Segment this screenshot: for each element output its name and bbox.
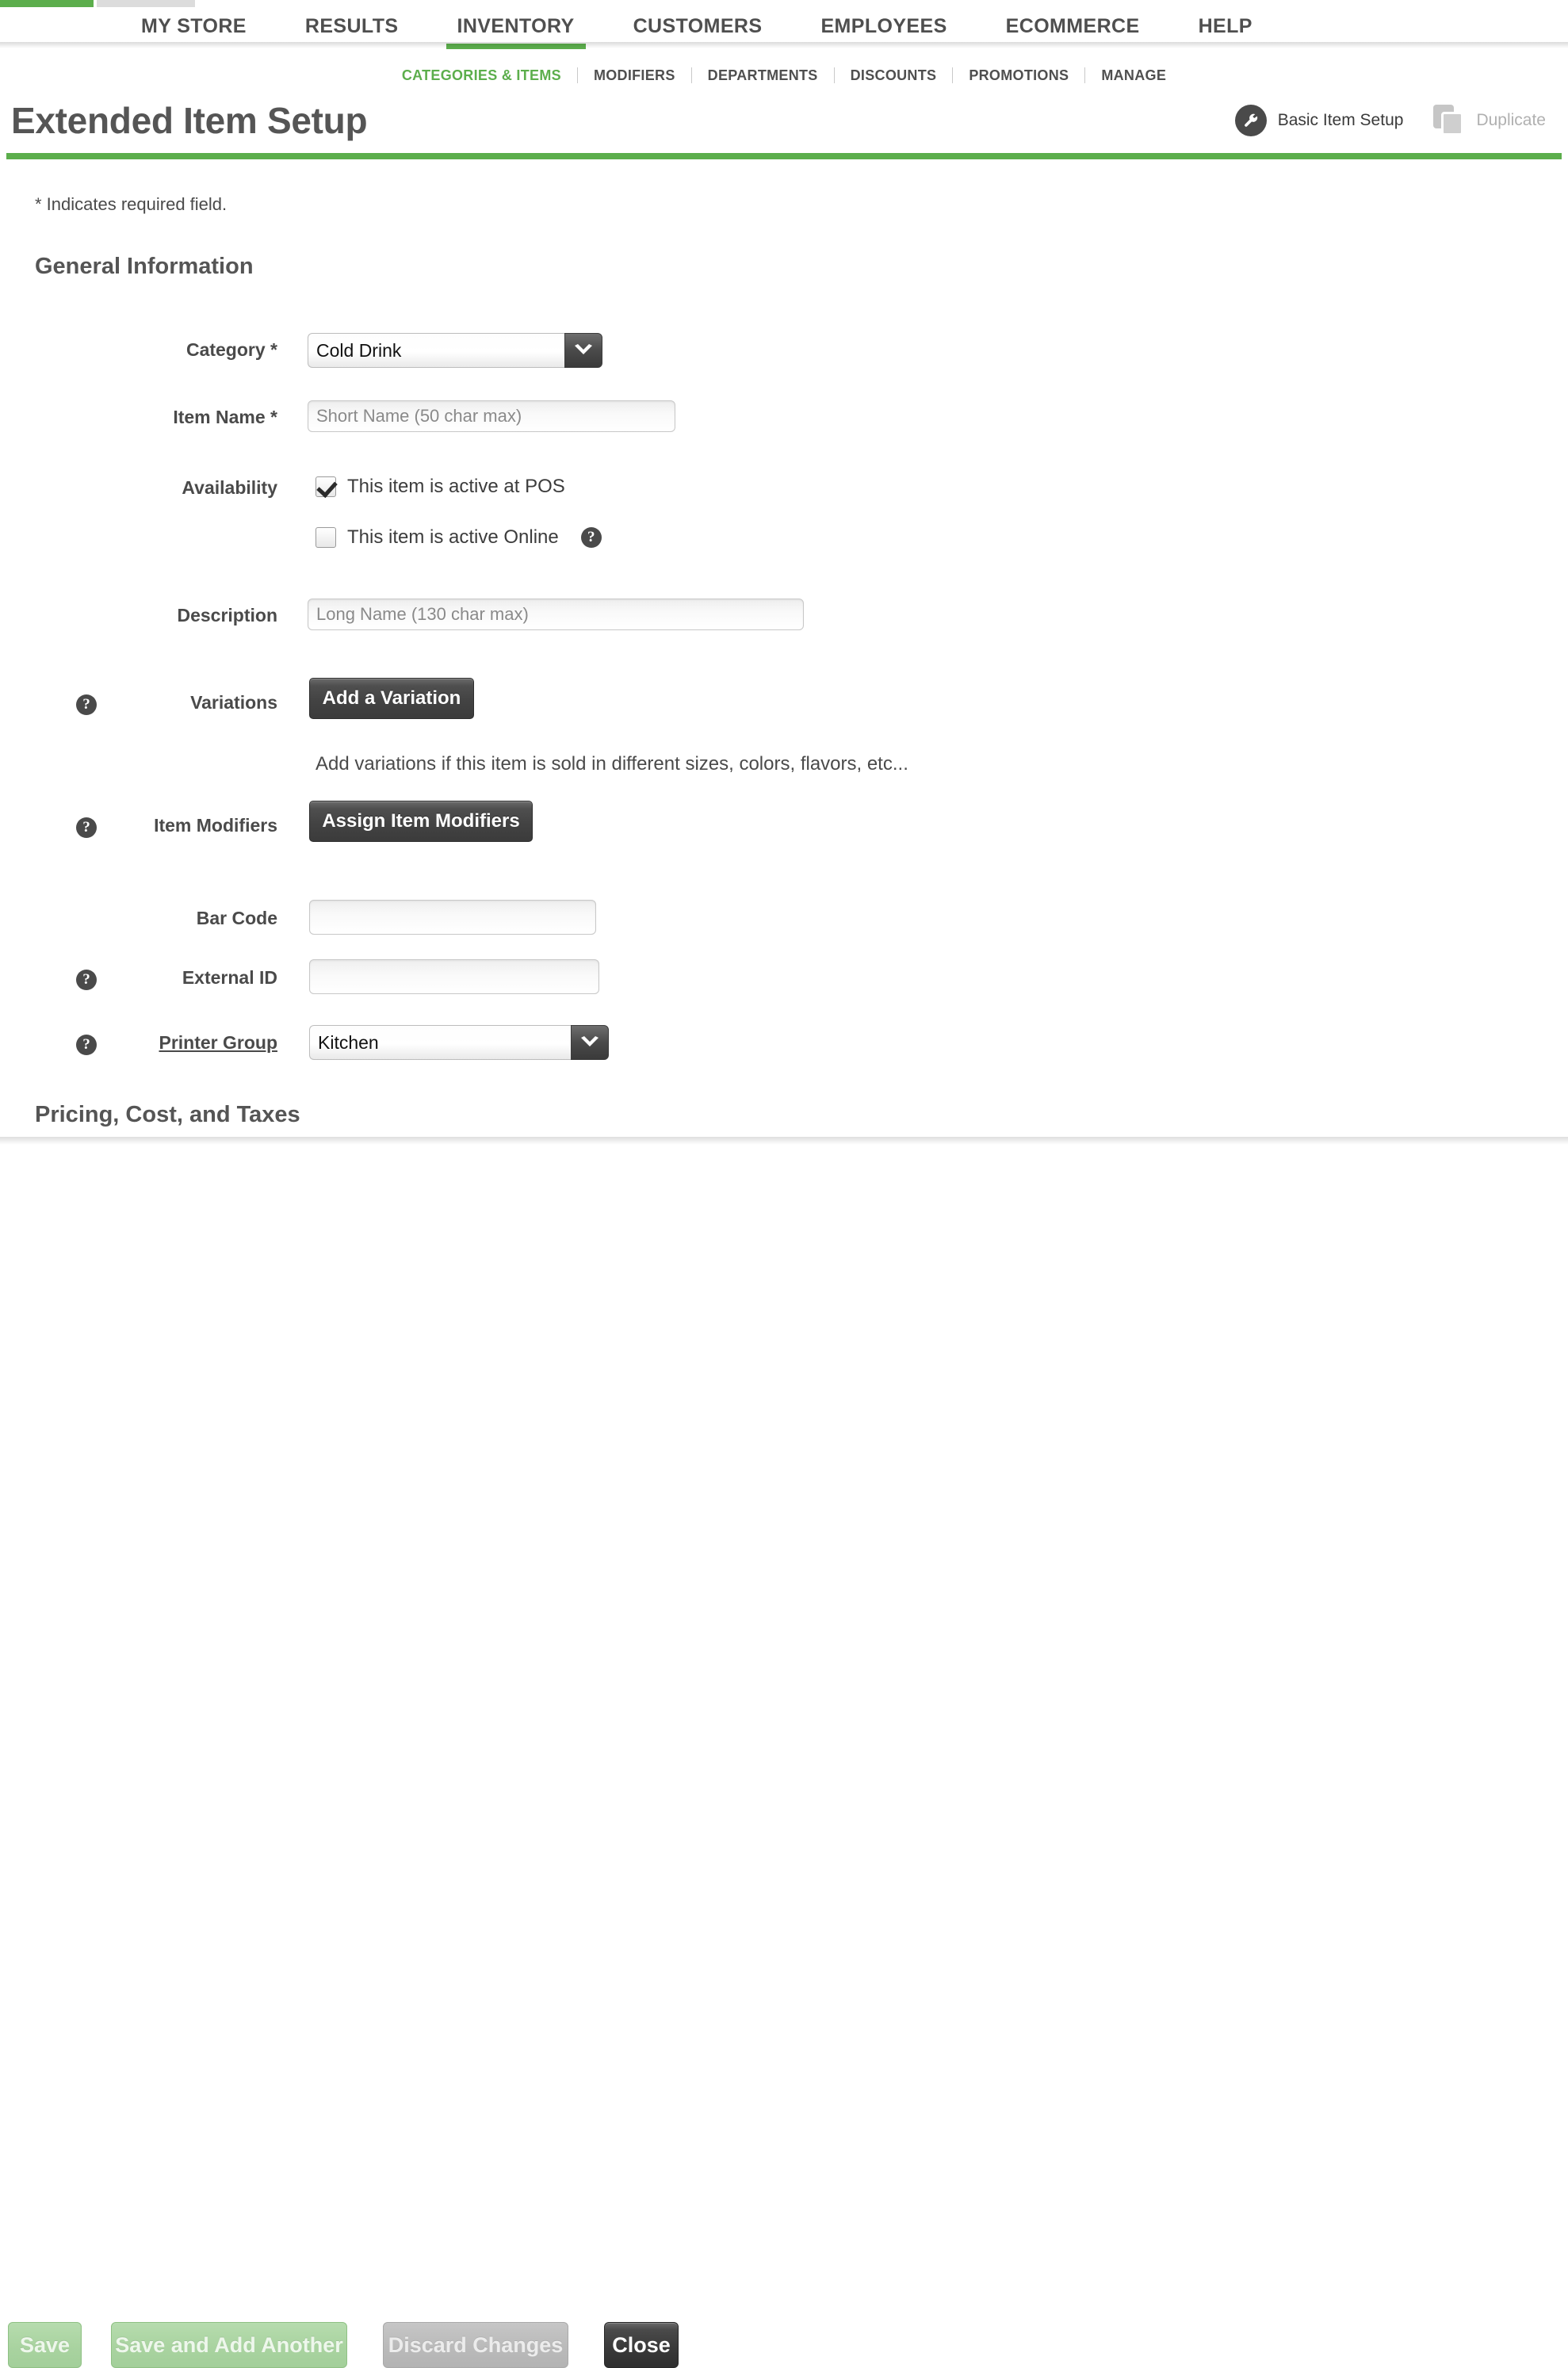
active-at-pos-checkbox[interactable]: [316, 476, 336, 497]
basic-item-setup-label: Basic Item Setup: [1277, 111, 1404, 129]
nav-item-employees[interactable]: EMPLOYEES: [820, 14, 947, 43]
nav-item-ecommerce[interactable]: ECOMMERCE: [1006, 14, 1140, 43]
printer-group-label[interactable]: Printer Group: [63, 1032, 277, 1054]
page-header: Extended Item Setup Basic Item Setup Dup…: [0, 95, 1568, 151]
category-select[interactable]: Cold Drink: [308, 333, 602, 368]
save-and-add-another-button[interactable]: Save and Add Another: [111, 2322, 347, 2368]
page-title: Extended Item Setup: [11, 100, 368, 141]
active-online-checkbox[interactable]: [316, 527, 336, 548]
section-heading-general-information: General Information: [35, 254, 254, 279]
save-button[interactable]: Save: [8, 2322, 82, 2368]
printer-group-select[interactable]: Kitchen: [309, 1025, 609, 1060]
subnav-item-departments[interactable]: DEPARTMENTS: [692, 67, 834, 84]
nav-item-my-store[interactable]: MY STORE: [141, 14, 247, 43]
add-a-variation-button[interactable]: Add a Variation: [309, 678, 474, 719]
main-navigation: MY STORE RESULTS INVENTORY CUSTOMERS EMP…: [0, 0, 1568, 49]
section-heading-pricing-cost-taxes: Pricing, Cost, and Taxes: [35, 1102, 300, 1127]
close-button[interactable]: Close: [604, 2322, 679, 2368]
availability-label: Availability: [182, 477, 277, 498]
subnav-item-promotions[interactable]: PROMOTIONS: [953, 67, 1084, 84]
duplicate-icon: [1433, 105, 1465, 136]
discard-changes-button[interactable]: Discard Changes: [383, 2322, 568, 2368]
item-name-label: Item Name *: [173, 407, 277, 427]
description-input[interactable]: Long Name (130 char max): [308, 599, 804, 630]
title-divider: [6, 153, 1562, 159]
footer-divider-shadow: [0, 1137, 1568, 1145]
active-online-help-icon[interactable]: ?: [580, 527, 602, 548]
active-online-label: This item is active Online: [347, 526, 559, 548]
chevron-down-icon[interactable]: [564, 333, 602, 368]
nav-drop-shadow: [0, 42, 1568, 48]
nav-item-results[interactable]: RESULTS: [305, 14, 399, 43]
item-modifiers-label: Item Modifiers: [154, 815, 277, 836]
subnav-item-modifiers[interactable]: MODIFIERS: [578, 67, 691, 84]
subnav-item-categories-items[interactable]: CATEGORIES & ITEMS: [386, 67, 577, 84]
duplicate-label: Duplicate: [1476, 111, 1546, 129]
nav-item-customers[interactable]: CUSTOMERS: [633, 14, 763, 43]
external-id-input[interactable]: [309, 959, 599, 994]
category-select-value: Cold Drink: [308, 333, 564, 368]
category-label: Category *: [185, 339, 277, 360]
variations-hint: Add variations if this item is sold in d…: [316, 753, 908, 775]
item-name-input[interactable]: Short Name (50 char max): [308, 400, 675, 432]
active-online-row: This item is active Online ?: [316, 526, 602, 549]
description-label: Description: [177, 605, 277, 625]
variations-label: Variations: [190, 692, 277, 713]
active-at-pos-label: This item is active at POS: [347, 476, 565, 497]
external-id-label: External ID: [182, 967, 277, 988]
wrench-icon: [1234, 105, 1267, 136]
header-actions: Basic Item Setup Duplicate: [1234, 105, 1546, 136]
footer-action-bar: Save Save and Add Another Discard Change…: [0, 1145, 1568, 2368]
subnav-item-manage[interactable]: MANAGE: [1085, 67, 1182, 84]
bar-code-label: Bar Code: [196, 908, 277, 928]
nav-item-help[interactable]: HELP: [1199, 14, 1252, 43]
bar-code-input[interactable]: [309, 900, 596, 935]
assign-item-modifiers-button[interactable]: Assign Item Modifiers: [309, 801, 533, 842]
active-at-pos-row: This item is active at POS: [316, 476, 565, 498]
required-field-note: * Indicates required field.: [35, 194, 228, 214]
basic-item-setup-button[interactable]: Basic Item Setup: [1234, 105, 1404, 136]
nav-item-inventory[interactable]: INVENTORY: [446, 14, 586, 49]
chevron-down-icon[interactable]: [571, 1025, 609, 1060]
printer-group-select-value: Kitchen: [309, 1025, 571, 1060]
duplicate-button[interactable]: Duplicate: [1433, 105, 1546, 136]
sub-navigation: CATEGORIES & ITEMS MODIFIERS DEPARTMENTS…: [0, 62, 1568, 89]
subnav-item-discounts[interactable]: DISCOUNTS: [835, 67, 953, 84]
